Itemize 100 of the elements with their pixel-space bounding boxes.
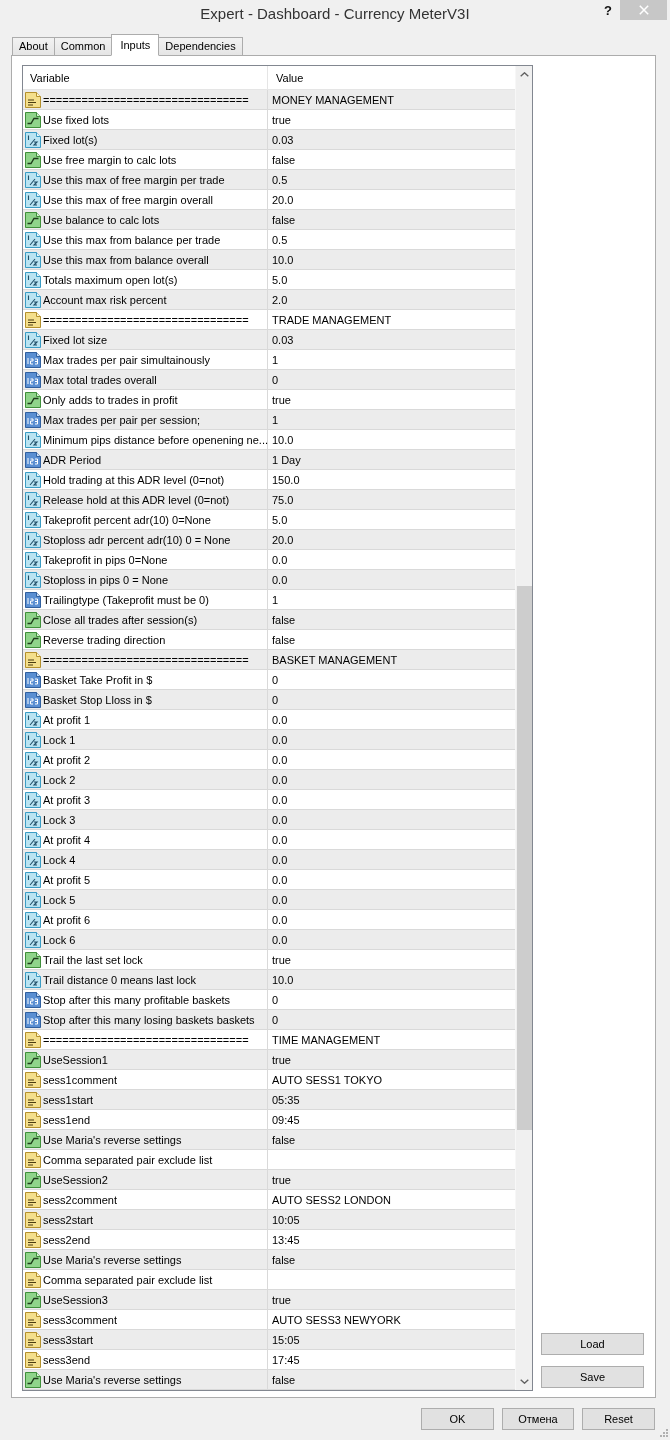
parameter-row[interactable]: Max trades per pair simultainously 1 (23, 350, 515, 370)
parameter-row[interactable]: ================================ BASKET MANAGEMENT (23, 650, 515, 670)
parameter-value[interactable]: 0.0 (272, 912, 288, 927)
parameter-row[interactable]: Lock 2 0.0 (23, 770, 515, 790)
parameter-value[interactable]: 0 (272, 692, 279, 707)
parameter-value[interactable]: 150.0 (272, 472, 300, 487)
parameter-value[interactable]: 2.0 (272, 292, 288, 307)
parameter-value[interactable]: 0.0 (272, 552, 288, 567)
parameter-row[interactable]: ================================ MONEY MANAGEMENT (23, 90, 515, 110)
parameter-row[interactable]: ================================ TIME MANAGEMENT (23, 1030, 515, 1050)
parameter-value[interactable]: false (272, 152, 296, 167)
parameter-value[interactable]: false (272, 212, 296, 227)
parameter-value[interactable]: TRADE MANAGEMENT (272, 312, 392, 327)
parameter-value[interactable]: AUTO SESS1 TOKYO (272, 1072, 383, 1087)
parameter-row[interactable]: sess1comment AUTO SESS1 TOKYO (23, 1070, 515, 1090)
cancel-button[interactable]: Отмена (502, 1408, 574, 1430)
parameter-value[interactable]: 0.5 (272, 232, 288, 247)
parameter-row[interactable]: sess3comment AUTO SESS3 NEWYORK (23, 1310, 515, 1330)
parameter-value[interactable]: 05:35 (272, 1092, 300, 1107)
parameter-row[interactable]: At profit 6 0.0 (23, 910, 515, 930)
parameter-row[interactable]: Use this max from balance per trade 0.5 (23, 230, 515, 250)
parameter-value[interactable]: 0 (272, 672, 279, 687)
parameter-row[interactable]: Use free margin to calc lots false (23, 150, 515, 170)
parameter-row[interactable]: sess3end 17:45 (23, 1350, 515, 1370)
parameter-row[interactable]: sess3start 15:05 (23, 1330, 515, 1350)
parameter-row[interactable]: Stop after this many profitable baskets 0 (23, 990, 515, 1010)
parameter-value[interactable]: 20.0 (272, 532, 294, 547)
parameter-value[interactable]: 0.0 (272, 752, 288, 767)
parameter-value[interactable]: 0.0 (272, 832, 288, 847)
parameter-value[interactable]: 10.0 (272, 972, 294, 987)
parameter-row[interactable]: Lock 6 0.0 (23, 930, 515, 950)
parameter-row[interactable]: Minimum pips distance before openening ne... 10.0 (23, 430, 515, 450)
parameter-row[interactable]: At profit 3 0.0 (23, 790, 515, 810)
parameter-value[interactable]: 1 Day (272, 452, 301, 467)
parameter-row[interactable]: sess1end 09:45 (23, 1110, 515, 1130)
parameter-value[interactable]: 0.0 (272, 772, 288, 787)
parameter-row[interactable]: Max total trades overall 0 (23, 370, 515, 390)
parameter-row[interactable]: sess2comment AUTO SESS2 LONDON (23, 1190, 515, 1210)
parameter-value[interactable]: 0.0 (272, 852, 288, 867)
parameter-row[interactable]: Stop after this many losing baskets baskets 0 (23, 1010, 515, 1030)
parameter-row[interactable]: Use Maria's reverse settings false (23, 1370, 515, 1390)
parameter-row[interactable]: Use this max of free margin per trade 0.5 (23, 170, 515, 190)
ok-button[interactable]: OK (421, 1408, 494, 1430)
parameter-value[interactable]: 15:05 (272, 1332, 300, 1347)
parameter-row[interactable]: Only adds to trades in profit true (23, 390, 515, 410)
parameter-value[interactable]: true (272, 1172, 291, 1187)
parameter-row[interactable]: Lock 3 0.0 (23, 810, 515, 830)
tab[interactable]: Dependencies (158, 37, 243, 56)
parameter-value[interactable]: false (272, 1372, 296, 1387)
parameter-value[interactable]: 0.0 (272, 872, 288, 887)
parameter-value[interactable]: 0 (272, 1012, 279, 1027)
parameter-value[interactable]: 0.0 (272, 892, 288, 907)
parameter-value[interactable]: true (272, 392, 291, 407)
parameter-row[interactable]: Takeprofit in pips 0=None 0.0 (23, 550, 515, 570)
parameter-row[interactable]: At profit 4 0.0 (23, 830, 515, 850)
parameter-row[interactable]: Lock 4 0.0 (23, 850, 515, 870)
parameter-value[interactable]: false (272, 632, 296, 647)
parameter-value[interactable]: 20.0 (272, 192, 294, 207)
parameter-row[interactable]: Stoploss in pips 0 = None 0.0 (23, 570, 515, 590)
parameter-value[interactable]: true (272, 112, 291, 127)
parameter-value[interactable]: BASKET MANAGEMENT (272, 652, 398, 667)
parameter-value[interactable]: 09:45 (272, 1112, 300, 1127)
parameter-row[interactable]: Fixed lot(s) 0.03 (23, 130, 515, 150)
tab[interactable]: About (12, 37, 55, 56)
parameter-value[interactable]: AUTO SESS2 LONDON (272, 1192, 391, 1207)
parameter-value[interactable]: 1 (272, 592, 279, 607)
parameter-value[interactable]: 0.03 (272, 132, 294, 147)
parameter-row[interactable]: Use fixed lots true (23, 110, 515, 130)
parameter-value[interactable]: 10.0 (272, 432, 294, 447)
parameter-row[interactable]: UseSession2 true (23, 1170, 515, 1190)
help-button[interactable]: ? (604, 3, 612, 19)
parameter-row[interactable]: Use Maria's reverse settings false (23, 1250, 515, 1270)
parameter-row[interactable]: Stoploss adr percent adr(10) 0 = None 20.0 (23, 530, 515, 550)
parameter-row[interactable]: ================================ TRADE MANAGEMENT (23, 310, 515, 330)
parameter-value[interactable]: AUTO SESS3 NEWYORK (272, 1312, 401, 1327)
parameter-value[interactable]: 1 (272, 352, 279, 367)
close-button[interactable] (620, 0, 667, 20)
save-button[interactable]: Save (541, 1366, 644, 1388)
parameter-value[interactable]: false (272, 1132, 296, 1147)
parameter-row[interactable]: Lock 5 0.0 (23, 890, 515, 910)
parameter-value[interactable]: 17:45 (272, 1352, 300, 1367)
tab[interactable]: Common (53, 37, 113, 56)
parameter-value[interactable]: 0 (272, 992, 279, 1007)
scrollbar-thumb[interactable] (517, 586, 532, 1130)
parameter-row[interactable]: Comma separated pair exclude list (23, 1150, 515, 1170)
parameter-row[interactable]: Use Maria's reverse settings false (23, 1130, 515, 1150)
parameter-value[interactable]: 0.0 (272, 732, 288, 747)
parameter-value[interactable]: 13:45 (272, 1232, 300, 1247)
parameter-value[interactable]: TIME MANAGEMENT (272, 1032, 381, 1047)
parameter-value[interactable]: false (272, 1252, 296, 1267)
parameter-value[interactable]: true (272, 1052, 291, 1067)
parameter-row[interactable]: Use this max of free margin overall 20.0 (23, 190, 515, 210)
column-header[interactable]: Value (268, 66, 515, 90)
parameter-value[interactable]: 75.0 (272, 492, 294, 507)
parameter-value[interactable]: 5.0 (272, 512, 288, 527)
parameter-row[interactable]: Basket Take Profit in $ 0 (23, 670, 515, 690)
parameter-value[interactable]: true (272, 952, 291, 967)
parameter-row[interactable]: ADR Period 1 Day (23, 450, 515, 470)
parameter-value[interactable]: 0.0 (272, 712, 288, 727)
parameter-value[interactable]: 10.0 (272, 252, 294, 267)
